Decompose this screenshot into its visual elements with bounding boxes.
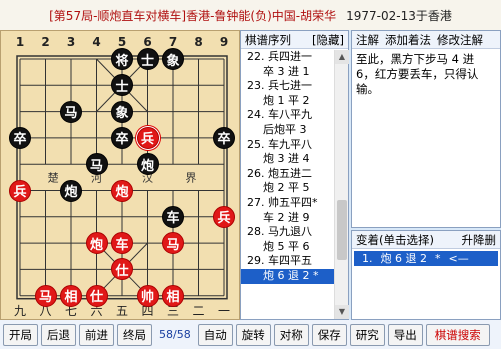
move-row[interactable]: 卒 3 进 1 <box>241 65 334 80</box>
black-piece[interactable]: 士 <box>136 48 159 70</box>
app-window: [第57局-顺炮直车对横车]香港-鲁钟能(负)中国-胡荣华 1977-02-13… <box>0 0 501 349</box>
comment-tabs: 注解 添加着法 修改注解 <box>352 31 500 49</box>
move-row[interactable]: 炮 6 退 2 * <box>241 268 334 284</box>
red-piece[interactable]: 车 <box>111 232 133 255</box>
red-piece[interactable]: 帅 <box>136 284 159 307</box>
red-piece[interactable]: 仕 <box>85 284 108 307</box>
black-piece[interactable]: 象 <box>111 100 133 123</box>
scroll-up-icon[interactable]: ▲ <box>335 50 349 64</box>
black-piece[interactable]: 马 <box>85 153 108 176</box>
variation-label: 变着(单击选择) <box>356 232 434 247</box>
red-piece[interactable]: 相 <box>60 284 82 307</box>
red-piece[interactable]: 炮 <box>85 232 108 255</box>
file-label-top: 5 <box>118 35 126 49</box>
scroll-down-icon[interactable]: ▼ <box>335 305 349 319</box>
move-row[interactable]: 26. 炮五进二 <box>241 167 334 182</box>
game-date: 1977-02-13于香港 <box>346 8 452 23</box>
file-label-top: 3 <box>67 35 75 49</box>
black-piece[interactable]: 炮 <box>60 179 82 202</box>
move-row[interactable]: 23. 兵七进一 <box>241 79 334 94</box>
red-piece[interactable]: 马 <box>34 284 57 307</box>
file-label-top: 7 <box>169 35 177 49</box>
move-list-scrollbar[interactable]: ▲ ▼ <box>334 50 349 319</box>
move-row[interactable]: 后炮平 3 <box>241 123 334 138</box>
river-text: 楚 <box>48 170 59 184</box>
variation-item[interactable]: 1. 炮 6 退 2 * <— <box>354 251 498 266</box>
comment-panel: 注解 添加着法 修改注解 至此，黑方下步马 4 进 6，红方要丢车，只得认输。 <box>351 30 501 228</box>
red-piece[interactable]: 兵 <box>213 205 235 228</box>
black-piece[interactable]: 卒 <box>9 126 31 149</box>
rotate-button[interactable]: 旋转 <box>235 323 271 346</box>
move-row[interactable]: 24. 车八平九 <box>241 108 334 123</box>
move-row[interactable]: 炮 1 平 2 <box>241 94 334 109</box>
black-piece[interactable]: 车 <box>162 205 184 228</box>
move-row[interactable]: 25. 车九平八 <box>241 138 334 153</box>
start-button[interactable]: 开局 <box>3 323 38 346</box>
red-piece[interactable]: 炮 <box>111 179 133 202</box>
file-label-bottom: 五 <box>116 304 128 318</box>
save-button[interactable]: 保存 <box>311 323 347 346</box>
black-piece[interactable]: 象 <box>162 48 184 70</box>
red-piece[interactable]: 兵 <box>136 126 159 149</box>
black-piece[interactable]: 卒 <box>111 126 133 149</box>
file-label-top: 6 <box>143 35 151 49</box>
red-piece[interactable]: 相 <box>162 284 184 307</box>
chess-board[interactable]: 123456789九八七六五四三二一楚河汉界 将士象士马象卒卒兵卒马炮兵炮炮车兵… <box>0 30 240 320</box>
move-row[interactable]: 22. 兵四进一 <box>241 50 334 65</box>
red-piece[interactable]: 兵 <box>9 179 31 202</box>
title-bar: [第57局-顺炮直车对横车]香港-鲁钟能(负)中国-胡荣华 1977-02-13… <box>0 0 501 30</box>
variation-actions[interactable]: 升降删 <box>462 232 497 248</box>
move-row[interactable]: 炮 5 平 6 <box>241 240 334 255</box>
file-label-bottom: 二 <box>192 304 204 318</box>
variation-header: 变着(单击选择) 升降删 <box>352 231 500 249</box>
bottom-toolbar: 开局 后退 前进 终局 58/58 自动 旋转 对称 保存 研究 导出 棋谱搜索 <box>0 320 501 349</box>
tab-comment[interactable]: 注解 <box>356 32 379 48</box>
game-title: [第57局-顺炮直车对横车]香港-鲁钟能(负)中国-胡荣华 <box>49 8 337 23</box>
move-row[interactable]: 27. 帅五平四* <box>241 196 334 211</box>
variation-star: * <box>435 252 441 265</box>
comment-text[interactable]: 至此，黑方下步马 4 进 6，红方要丢车，只得认输。 <box>352 49 500 100</box>
file-label-top: 9 <box>220 35 228 49</box>
move-list[interactable]: 22. 兵四进一卒 3 进 1 23. 兵七进一炮 1 平 2 24. 车八平九 后炮… <box>241 50 334 319</box>
hide-toggle[interactable]: [隐藏] <box>312 32 344 48</box>
variation-arrow-icon: <— <box>448 252 469 265</box>
file-label-top: 8 <box>194 35 202 49</box>
scroll-thumb[interactable] <box>337 200 347 260</box>
auto-play-button[interactable]: 自动 <box>197 323 233 346</box>
variation-number: 1. <box>362 252 373 265</box>
back-button[interactable]: 后退 <box>41 323 76 346</box>
file-label-bottom: 一 <box>218 304 230 318</box>
export-button[interactable]: 导出 <box>387 323 423 346</box>
move-row[interactable]: 炮 2 平 5 <box>241 181 334 196</box>
move-row[interactable]: 28. 马九退八 <box>241 225 334 240</box>
move-counter: 58/58 <box>159 328 191 341</box>
tab-edit-comment[interactable]: 修改注解 <box>437 32 483 48</box>
black-piece[interactable]: 马 <box>60 100 82 123</box>
black-piece[interactable]: 炮 <box>136 153 159 176</box>
forward-button[interactable]: 前进 <box>79 323 114 346</box>
tab-add-move[interactable]: 添加着法 <box>385 32 431 48</box>
variation-move: 炮 6 退 2 <box>380 252 428 265</box>
variation-panel: 变着(单击选择) 升降删 1. 炮 6 退 2 * <— <box>351 230 501 320</box>
file-label-bottom: 九 <box>14 304 26 318</box>
study-button[interactable]: 研究 <box>349 323 385 346</box>
move-list-header: 棋谱序列 [隐藏] <box>241 31 348 49</box>
file-label-top: 1 <box>16 35 24 49</box>
black-piece[interactable]: 卒 <box>213 126 235 149</box>
mirror-button[interactable]: 对称 <box>273 323 309 346</box>
black-piece[interactable]: 将 <box>111 48 133 70</box>
red-piece[interactable]: 马 <box>162 232 184 255</box>
game-search-button[interactable]: 棋谱搜索 <box>425 323 490 346</box>
file-label-top: 2 <box>41 35 49 49</box>
move-list-panel: 棋谱序列 [隐藏] 22. 兵四进一卒 3 进 1 23. 兵七进一炮 1 平 2… <box>240 30 349 320</box>
file-label-top: 4 <box>92 35 100 49</box>
move-row[interactable]: 炮 3 进 4 <box>241 152 334 167</box>
end-button[interactable]: 终局 <box>117 323 152 346</box>
move-row[interactable]: 29. 车四平五 <box>241 254 334 269</box>
move-list-title: 棋谱序列 <box>245 32 291 47</box>
river-text: 界 <box>185 171 196 184</box>
move-row[interactable]: 车 2 进 9 <box>241 211 334 226</box>
